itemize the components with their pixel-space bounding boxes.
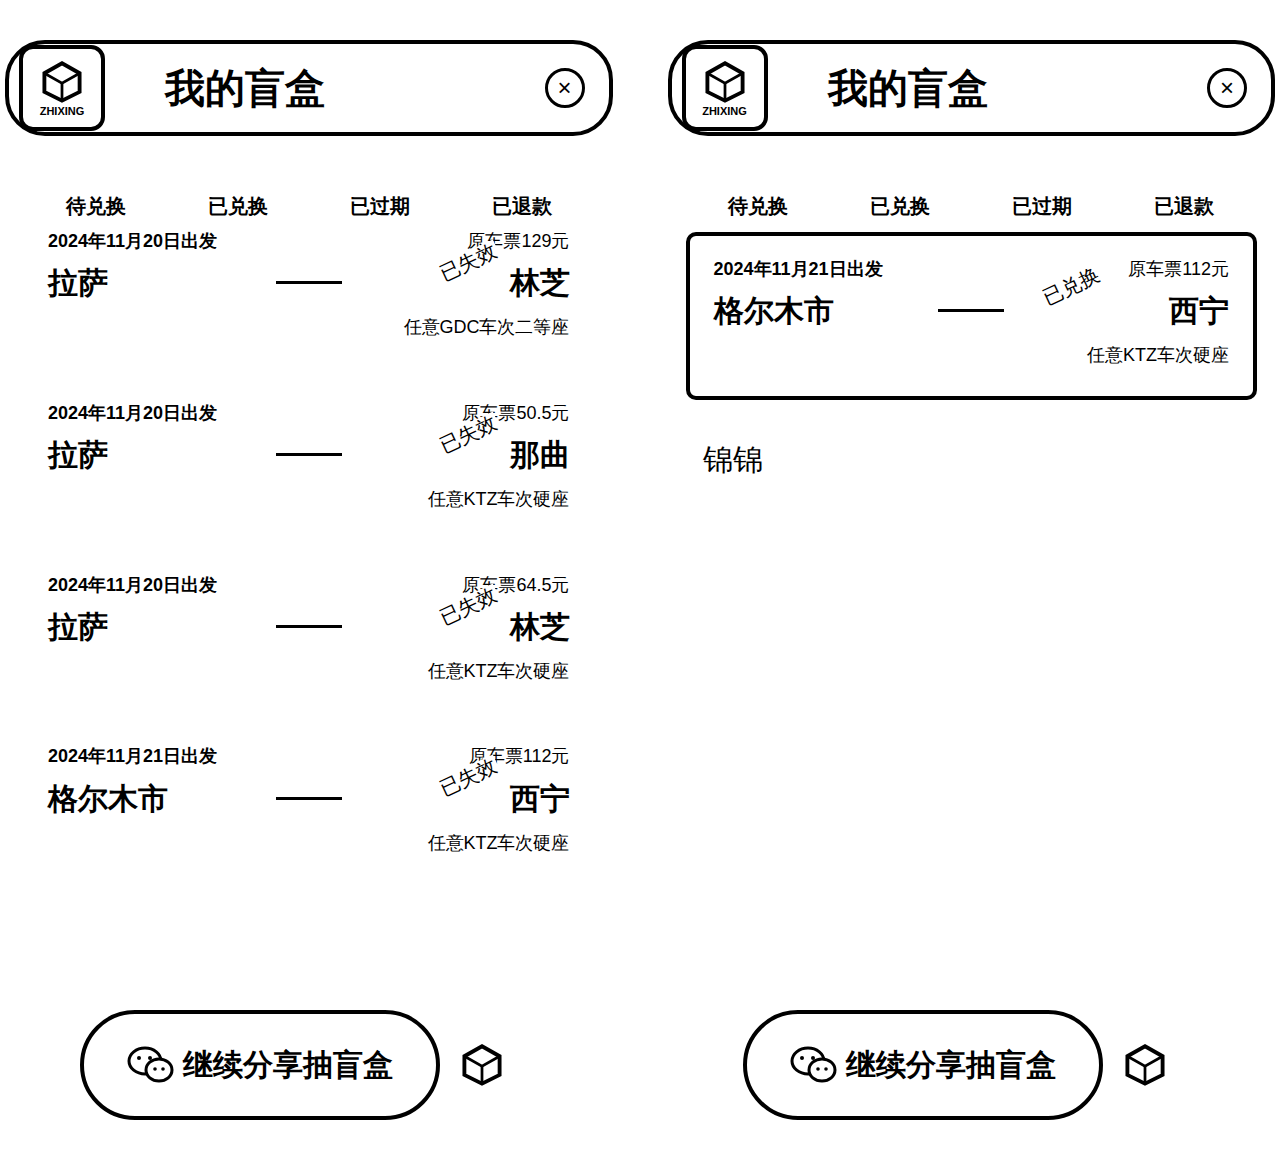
ticket-card[interactable]: 2024年11月20日出发原车票50.5元拉萨那曲任意KTZ车次硬座已失效 — [0, 402, 618, 574]
ticket-card[interactable]: 2024年11月21日出发原车票112元格尔木市西宁任意KTZ车次硬座已兑换 — [686, 232, 1258, 400]
header-banner: ZHIXING 我的盲盒 × — [5, 40, 613, 136]
ticket-from: 拉萨 — [48, 263, 248, 302]
ticket-from: 格尔木市 — [714, 291, 914, 330]
wechat-icon — [790, 1045, 838, 1085]
arrow-icon — [276, 453, 342, 456]
ticket-list: 2024年11月20日出发原车票129元拉萨林芝任意GDC车次二等座已失效202… — [0, 230, 618, 917]
page-title: 我的盲盒 — [828, 64, 1148, 112]
cube-icon — [460, 1043, 504, 1087]
arrow-icon — [276, 797, 342, 800]
share-button[interactable]: 继续分享抽盲盒 — [80, 1010, 440, 1120]
tab[interactable]: 已过期 — [309, 182, 451, 230]
wechat-icon — [127, 1045, 175, 1085]
share-button[interactable]: 继续分享抽盲盒 — [743, 1010, 1103, 1120]
app: ZHIXING我的盲盒×待兑换已兑换已过期已退款2024年11月20日出发原车票… — [0, 0, 1280, 1150]
arrow-icon — [276, 625, 342, 628]
ticket-date: 2024年11月20日出发 — [48, 574, 217, 597]
ticket-stamp: 已兑换 — [1038, 263, 1104, 308]
cube-icon — [1123, 1043, 1167, 1087]
tab-bar: 待兑换已兑换已过期已退款 — [663, 182, 1280, 230]
close-button[interactable]: × — [545, 68, 585, 108]
close-button[interactable]: × — [1207, 68, 1247, 108]
cube-icon — [703, 60, 747, 104]
logo: ZHIXING — [682, 45, 768, 131]
phone-screen: ZHIXING我的盲盒×待兑换已兑换已过期已退款2024年11月20日出发原车票… — [0, 0, 618, 1150]
ticket-date: 2024年11月20日出发 — [48, 402, 217, 425]
tab[interactable]: 已过期 — [971, 182, 1113, 230]
ticket-from: 格尔木市 — [48, 779, 248, 818]
ticket-from: 拉萨 — [48, 435, 248, 474]
ticket-card[interactable]: 2024年11月20日出发原车票64.5元拉萨林芝任意KTZ车次硬座已失效 — [0, 574, 618, 746]
ticket-price: 原车票112元 — [1128, 258, 1229, 281]
ticket-card[interactable]: 2024年11月20日出发原车票129元拉萨林芝任意GDC车次二等座已失效 — [0, 230, 618, 402]
page-title: 我的盲盒 — [165, 64, 485, 112]
cube-icon — [40, 60, 84, 104]
tab[interactable]: 已退款 — [451, 182, 593, 230]
tab[interactable]: 已兑换 — [167, 182, 309, 230]
tab[interactable]: 已退款 — [1113, 182, 1255, 230]
tab[interactable]: 待兑换 — [25, 182, 167, 230]
ticket-seat: 任意KTZ车次硬座 — [428, 488, 570, 511]
ticket-seat: 任意KTZ车次硬座 — [428, 660, 570, 683]
ticket-from: 拉萨 — [48, 607, 248, 646]
phone-screen: ZHIXING我的盲盒×待兑换已兑换已过期已退款2024年11月21日出发原车票… — [663, 0, 1280, 1150]
ticket-date: 2024年11月21日出发 — [714, 258, 883, 281]
header-banner: ZHIXING 我的盲盒 × — [668, 40, 1276, 136]
tab[interactable]: 待兑换 — [688, 182, 830, 230]
ticket-stamp: 已失效 — [434, 755, 500, 800]
ticket-date: 2024年11月21日出发 — [48, 745, 217, 768]
ticket-seat: 任意KTZ车次硬座 — [428, 832, 570, 855]
tab[interactable]: 已兑换 — [829, 182, 971, 230]
note-text: 锦锦 — [663, 440, 1280, 479]
ticket-card[interactable]: 2024年11月21日出发原车票112元格尔木市西宁任意KTZ车次硬座已失效 — [0, 745, 618, 917]
arrow-icon — [276, 281, 342, 284]
ticket-seat: 任意GDC车次二等座 — [404, 316, 570, 339]
ticket-seat: 任意KTZ车次硬座 — [1087, 344, 1229, 367]
ticket-list: 2024年11月21日出发原车票112元格尔木市西宁任意KTZ车次硬座已兑换锦锦 — [663, 230, 1280, 479]
logo: ZHIXING — [19, 45, 105, 131]
tab-bar: 待兑换已兑换已过期已退款 — [0, 182, 618, 230]
ticket-date: 2024年11月20日出发 — [48, 230, 217, 253]
arrow-icon — [938, 309, 1004, 312]
